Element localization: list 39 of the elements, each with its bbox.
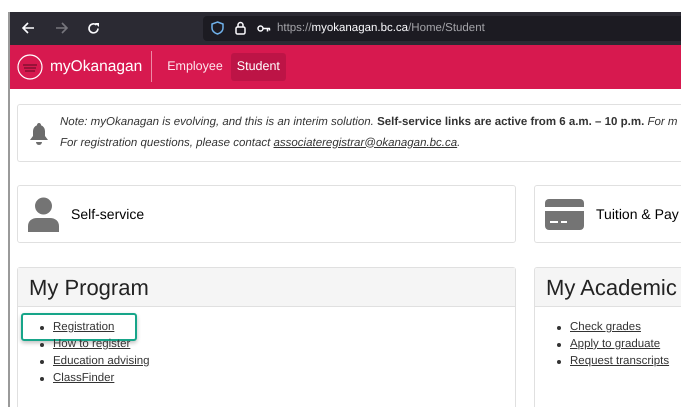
url-text: https://myokanagan.bc.ca/Home/Student: [277, 20, 485, 36]
email-link[interactable]: associateregistrar@okanagan.bc.ca: [274, 134, 458, 152]
forward-icon[interactable]: [55, 22, 68, 34]
address-bar[interactable]: https://myokanagan.bc.ca/Home/Student: [203, 16, 681, 41]
notice-text: .: [457, 136, 460, 150]
nav-tab[interactable]: Employee: [161, 52, 229, 81]
card-title: Tuition & Pay: [596, 204, 679, 224]
bullet-icon: [40, 342, 44, 346]
bell-icon: [29, 122, 49, 144]
panel-link[interactable]: ClassFinder: [53, 370, 114, 388]
logo-icon: [17, 54, 43, 80]
bullet-icon: [557, 326, 561, 330]
notice-text: For registration questions, please contact: [60, 136, 272, 150]
panel-title: My Program: [29, 274, 149, 302]
service-card[interactable]: Tuition & Pay: [534, 185, 681, 243]
panel-link[interactable]: Check grades: [570, 318, 641, 336]
bullet-icon: [557, 342, 561, 346]
panel-link[interactable]: Apply to graduate: [570, 336, 660, 354]
card-title: Self-service: [71, 204, 144, 224]
brand-name[interactable]: myOkanagan: [50, 55, 142, 78]
shield-icon: [211, 21, 224, 36]
key-icon: [257, 24, 271, 33]
panel-link[interactable]: How to register: [53, 336, 130, 354]
panel-link[interactable]: Registration: [53, 318, 114, 336]
lock-icon: [235, 21, 246, 36]
bullet-icon: [40, 326, 44, 330]
notice-text: Note: myOkanagan is evolving, and this is an interim solution. Self-service links are active from 6 a.m. – 10 p.m. For m: [60, 115, 678, 130]
reload-icon[interactable]: [87, 22, 100, 35]
bullet-icon: [40, 360, 44, 364]
person-icon: [28, 196, 59, 232]
service-card[interactable]: Self-service: [17, 185, 516, 243]
panel-link[interactable]: Request transcripts: [570, 352, 670, 370]
panel-link[interactable]: Education advising: [53, 352, 150, 370]
panel-title: My Academic: [546, 274, 677, 302]
bullet-icon: [40, 376, 44, 380]
back-icon[interactable]: [22, 22, 35, 34]
bullet-icon: [557, 360, 561, 364]
credit-card-icon: [545, 198, 584, 230]
nav-tab[interactable]: Student: [230, 52, 286, 81]
